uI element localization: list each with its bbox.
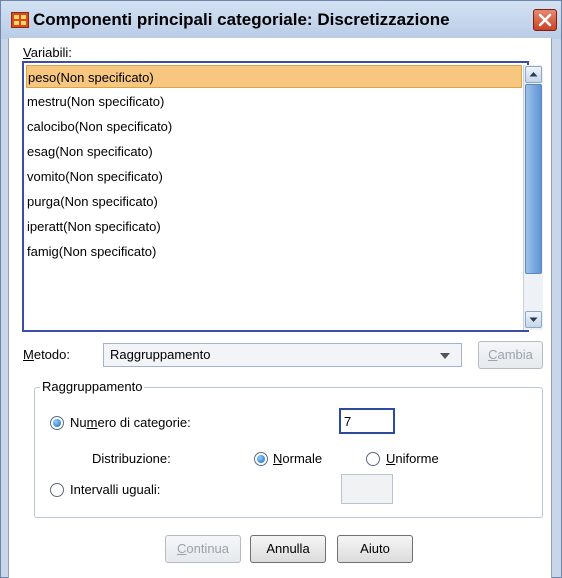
help-button[interactable]: Aiuto <box>337 535 413 563</box>
arrow-up-icon <box>529 72 538 77</box>
method-label: Metodo: <box>23 347 70 362</box>
uniform-radio[interactable] <box>366 452 380 466</box>
equal-intervals-input[interactable] <box>341 474 393 504</box>
chevron-down-icon <box>440 353 450 359</box>
normal-label: Normale <box>273 451 323 466</box>
cancel-button[interactable]: Annulla <box>250 535 326 563</box>
variables-listbox[interactable]: peso(Non specificato) mestru(Non specific… <box>22 61 529 332</box>
variables-scrollbar[interactable] <box>523 65 543 330</box>
variable-list-item[interactable]: purga(Non specificato) <box>26 190 522 213</box>
close-button[interactable] <box>533 9 557 31</box>
num-categories-label: Numero di categorie: <box>70 415 191 430</box>
change-button[interactable]: Cambia <box>478 341 543 369</box>
num-categories-radio[interactable] <box>50 416 64 430</box>
method-value: Raggruppamento <box>110 347 211 362</box>
variable-list-item[interactable]: peso(Non specificato) <box>26 65 522 88</box>
uniform-label: Uniforme <box>386 451 439 466</box>
equal-intervals-label: Intervalli uguali: <box>70 482 161 497</box>
variable-list-item[interactable]: vomito(Non specificato) <box>26 165 522 188</box>
variable-list-item[interactable]: esag(Non specificato) <box>26 140 522 163</box>
equal-intervals-radio[interactable] <box>50 483 64 497</box>
num-categories-value: 7 <box>344 414 352 429</box>
scroll-thumb[interactable] <box>525 84 542 274</box>
close-icon <box>538 13 552 27</box>
variable-list-item[interactable]: mestru(Non specificato) <box>26 90 522 113</box>
distribution-label: Distribuzione: <box>92 451 171 466</box>
grouping-title: Raggruppamento <box>40 379 145 394</box>
arrow-down-icon <box>529 317 538 322</box>
window-title: Componenti principali categoriale: Discr… <box>33 10 450 29</box>
num-categories-input[interactable]: 7 <box>339 408 395 434</box>
normal-radio[interactable] <box>254 452 268 466</box>
title-bar[interactable]: Componenti principali categoriale: Discr… <box>1 1 561 39</box>
variable-list-item[interactable]: iperatt(Non specificato) <box>26 215 522 238</box>
variable-list-item[interactable]: famig(Non specificato) <box>26 240 522 263</box>
variables-label: Variabili: <box>23 45 72 60</box>
method-combobox[interactable]: Raggruppamento <box>103 343 462 367</box>
scroll-down-button[interactable] <box>525 311 542 328</box>
variable-list-item[interactable]: calocibo(Non specificato) <box>26 115 522 138</box>
scroll-up-button[interactable] <box>525 66 542 83</box>
continue-button[interactable]: Continua <box>165 535 241 563</box>
table-icon <box>11 12 29 28</box>
